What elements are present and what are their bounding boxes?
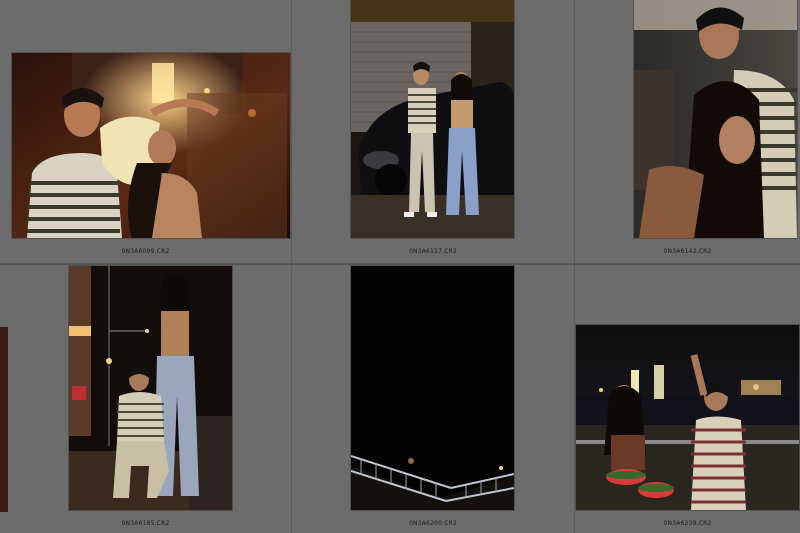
photo-thumbnail[interactable] [576,325,799,510]
photo-thumbnail[interactable] [12,53,290,238]
file-name-label: 0N3A6099.CR2 [121,248,170,255]
file-name-label: 0N3A6142.CR2 [663,248,712,255]
file-name-label: 0N3A6185.CR2 [121,520,170,527]
partial-thumbnail-edge [0,327,8,512]
photo-thumbnail[interactable] [69,266,232,510]
grid-cell-4[interactable]: 0N3A6185.CR2 [0,265,292,533]
grid-cell-3[interactable]: 0N3A6142.CR2 [575,0,800,264]
file-name-label: 0N3A6117.CR2 [409,248,457,255]
file-name-label: 0N3A6200.CR2 [409,520,457,527]
photo-thumbnail[interactable] [351,0,514,238]
grid-cell-5[interactable]: 0N3A6200.CR2 [292,265,575,533]
grid-cell-1[interactable]: 0N3A6099.CR2 [0,0,292,264]
file-name-label: 0N3A6239.CR2 [663,520,712,527]
grid-cell-6[interactable]: 0N3A6239.CR2 [575,265,800,533]
grid-cell-2[interactable]: 0N3A6117.CR2 [292,0,575,264]
photo-thumbnail[interactable] [351,266,514,510]
library-grid: 0N3A6099.CR2 0N3A6117.CR2 0N3A6142.CR2 0… [0,0,800,533]
photo-thumbnail[interactable] [634,0,797,238]
